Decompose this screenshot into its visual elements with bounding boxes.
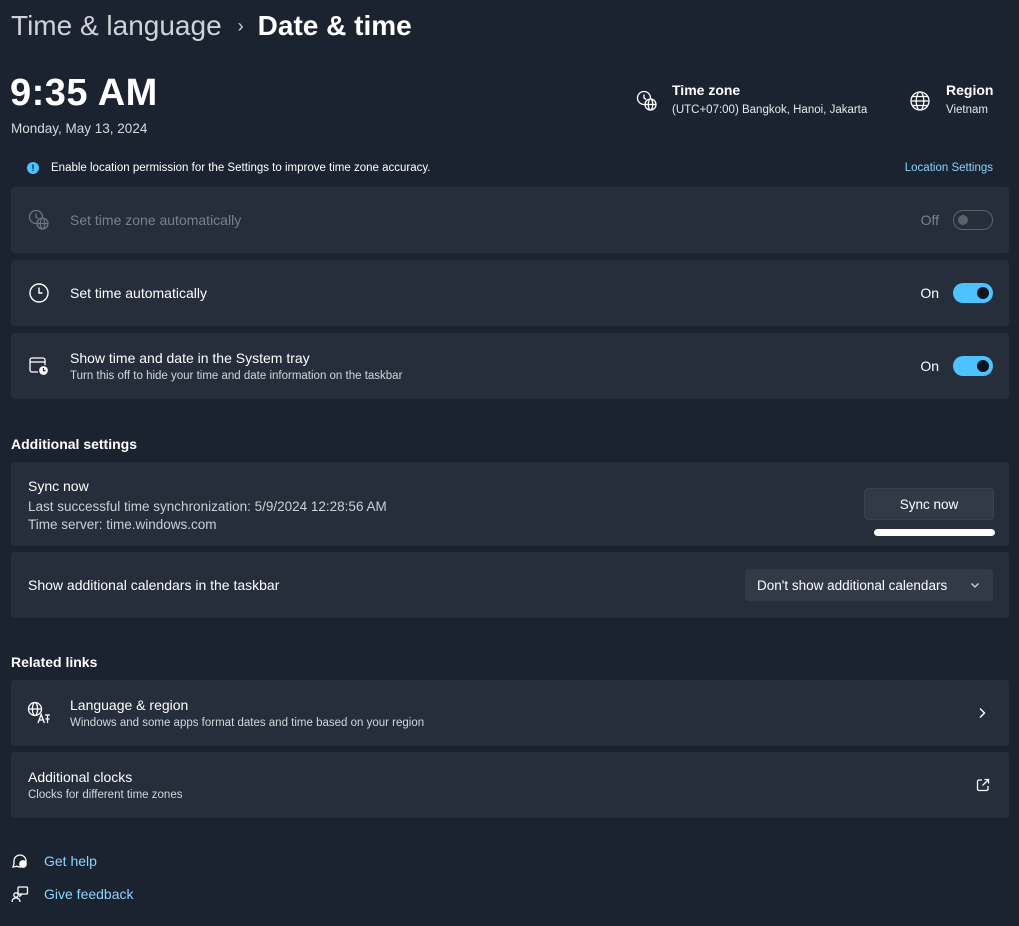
sync-progress-bar bbox=[874, 529, 995, 536]
auto-timezone-toggle bbox=[953, 210, 993, 230]
region-info: Region Vietnam bbox=[909, 82, 993, 116]
help-chat-icon bbox=[11, 852, 31, 870]
additional-calendars-label: Show additional calendars in the taskbar bbox=[28, 577, 280, 593]
time-zone-title: Time zone bbox=[672, 82, 741, 98]
get-help-link[interactable]: Get help bbox=[11, 852, 97, 870]
system-tray-description: Turn this off to hide your time and date… bbox=[70, 370, 403, 382]
chevron-down-icon bbox=[971, 583, 979, 588]
current-time: 9:35 AM bbox=[10, 72, 158, 114]
additional-calendars-dropdown[interactable]: Don't show additional calendars bbox=[745, 569, 993, 601]
region-title: Region bbox=[946, 82, 994, 98]
get-help-label: Get help bbox=[44, 853, 97, 869]
additional-calendars-setting: Show additional calendars in the taskbar… bbox=[11, 552, 1009, 618]
breadcrumb: Time & language › Date & time bbox=[11, 6, 412, 46]
current-date: Monday, May 13, 2024 bbox=[11, 121, 148, 136]
last-sync-text: Last successful time synchronization: 5/… bbox=[28, 499, 387, 514]
additional-clocks-description: Clocks for different time zones bbox=[28, 789, 183, 801]
sync-now-button[interactable]: Sync now bbox=[864, 488, 994, 520]
open-external-icon bbox=[976, 778, 990, 792]
system-tray-state: On bbox=[920, 358, 939, 374]
banner-text: Enable location permission for the Setti… bbox=[51, 162, 431, 174]
language-region-description: Windows and some apps format dates and t… bbox=[70, 717, 425, 729]
location-settings-link[interactable]: Location Settings bbox=[905, 162, 993, 174]
time-zone-value: (UTC+07:00) Bangkok, Hanoi, Jakarta bbox=[672, 104, 868, 116]
give-feedback-label: Give feedback bbox=[44, 886, 134, 902]
chevron-right-icon: › bbox=[237, 15, 244, 36]
globe-clock-icon bbox=[636, 90, 657, 111]
auto-time-state: On bbox=[920, 285, 939, 301]
auto-time-label: Set time automatically bbox=[70, 285, 207, 301]
sync-now-card: Sync now Last successful time synchroniz… bbox=[11, 462, 1009, 546]
breadcrumb-parent[interactable]: Time & language bbox=[11, 10, 222, 42]
chevron-right-icon bbox=[979, 708, 986, 718]
region-value: Vietnam bbox=[946, 104, 988, 116]
time-server-text: Time server: time.windows.com bbox=[28, 517, 217, 532]
language-region-label: Language & region bbox=[70, 697, 189, 713]
sync-title: Sync now bbox=[28, 478, 89, 494]
location-permission-banner: ! Enable location permission for the Set… bbox=[11, 152, 1009, 184]
language-icon bbox=[27, 701, 51, 725]
related-links-heading: Related links bbox=[11, 654, 98, 670]
additional-clocks-label: Additional clocks bbox=[28, 769, 133, 785]
auto-timezone-state: Off bbox=[920, 212, 939, 228]
calendar-clock-icon bbox=[27, 354, 51, 378]
feedback-icon bbox=[11, 885, 31, 903]
clock-icon bbox=[27, 281, 51, 305]
give-feedback-link[interactable]: Give feedback bbox=[11, 885, 134, 903]
auto-time-toggle[interactable] bbox=[953, 283, 993, 303]
auto-timezone-setting: Set time zone automatically Off bbox=[11, 187, 1009, 253]
additional-clocks-link[interactable]: Additional clocks Clocks for different t… bbox=[11, 752, 1009, 818]
system-tray-setting: Show time and date in the System tray Tu… bbox=[11, 333, 1009, 399]
language-region-link[interactable]: Language & region Windows and some apps … bbox=[11, 680, 1009, 746]
auto-timezone-label: Set time zone automatically bbox=[70, 212, 242, 228]
system-tray-label: Show time and date in the System tray bbox=[70, 350, 310, 366]
info-icon: ! bbox=[27, 162, 39, 174]
globe-icon bbox=[910, 91, 930, 111]
dropdown-selected-value: Don't show additional calendars bbox=[757, 577, 948, 593]
auto-time-setting: Set time automatically On bbox=[11, 260, 1009, 326]
time-zone-info: Time zone (UTC+07:00) Bangkok, Hanoi, Ja… bbox=[636, 82, 867, 116]
page-title: Date & time bbox=[257, 10, 412, 41]
additional-settings-heading: Additional settings bbox=[11, 436, 137, 452]
globe-clock-icon bbox=[27, 208, 51, 232]
system-tray-toggle[interactable] bbox=[953, 356, 993, 376]
